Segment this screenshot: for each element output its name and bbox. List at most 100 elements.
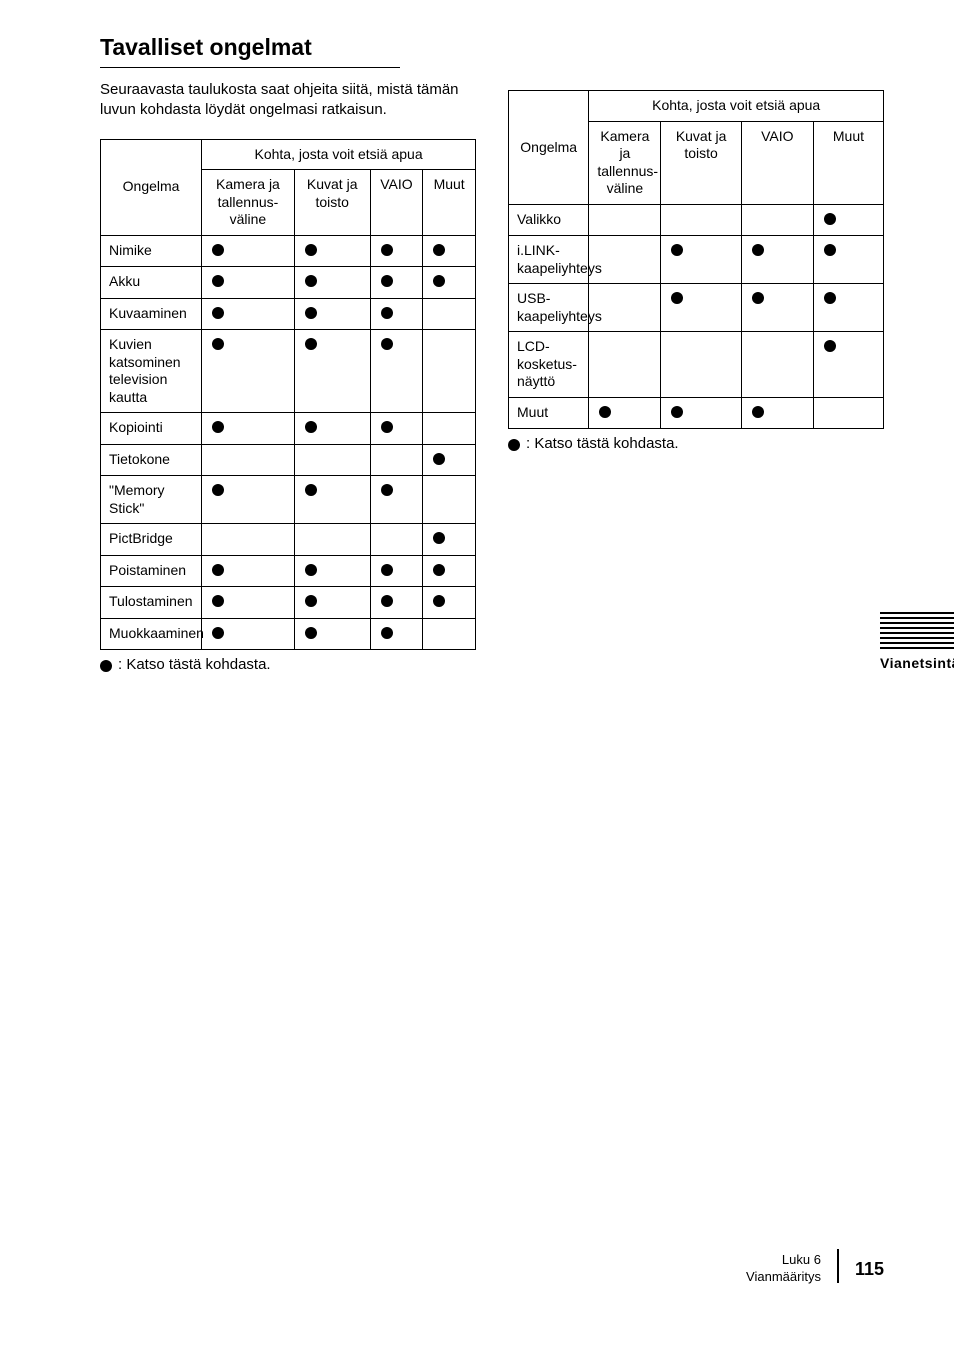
mark-cell [741,236,813,284]
row-label: Tietokone [101,444,202,476]
mark-cell [202,587,295,619]
mark-cell [423,413,476,445]
mark-cell [423,444,476,476]
table-row: USB-kaapeliyhteys [509,284,884,332]
footer-separator [837,1249,839,1283]
dot-icon [212,307,224,319]
table-colgroup-header-2: Kohta, josta voit etsiä apua [589,91,884,122]
dot-icon [824,292,836,304]
dot-icon [212,338,224,350]
table-row: Kuvien katsominen television kautta [101,330,476,413]
table-issues-1: Ongelma Kohta, josta voit etsiä apua Kam… [100,139,476,651]
dot-icon [752,406,764,418]
table-row: Muut [509,397,884,429]
col-header: VAIO [741,121,813,204]
dot-icon [433,595,445,607]
sidebar-tab: Vianetsintä [880,612,954,671]
dot-icon [305,595,317,607]
mark-cell [661,236,741,284]
dot-icon [305,275,317,287]
row-label: Akku [101,267,202,299]
mark-cell [370,267,423,299]
legend: : Katso tästä kohdasta. [100,656,476,673]
table-row: Akku [101,267,476,299]
mark-cell [370,476,423,524]
mark-cell [741,204,813,236]
table-row: "Memory Stick" [101,476,476,524]
dot-icon [433,275,445,287]
dot-icon [599,406,611,418]
row-label: i.LINK-kaapeliyhteys [509,236,589,284]
table-row-header-2: Ongelma [509,91,589,205]
mark-cell [423,235,476,267]
mark-cell [294,587,370,619]
sidebar-label: Vianetsintä [880,655,954,671]
mark-cell [813,204,883,236]
table-row: PictBridge [101,524,476,556]
dot-icon [671,406,683,418]
dot-icon [433,532,445,544]
intro-text: Seuraavasta taulukosta saat ohjeita siit… [100,80,476,121]
mark-cell [202,618,295,650]
mark-cell [294,444,370,476]
footer-chapter: Luku 6 [746,1252,821,1269]
dot-icon [381,484,393,496]
col-header: Kamera ja tallennus-väline [202,170,295,236]
dot-icon [305,307,317,319]
mark-cell [370,413,423,445]
mark-cell [370,298,423,330]
mark-cell [202,267,295,299]
dot-icon [508,439,520,451]
dot-icon [212,275,224,287]
dot-icon [381,244,393,256]
sidebar-lines-icon [880,612,954,649]
page-number: 115 [855,1259,884,1280]
mark-cell [661,397,741,429]
mark-cell [294,476,370,524]
mark-cell [423,476,476,524]
row-label: Tulostaminen [101,587,202,619]
mark-cell [813,397,883,429]
mark-cell [589,397,661,429]
mark-cell [813,284,883,332]
dot-icon [433,453,445,465]
title-rule [100,67,400,68]
dot-icon [212,564,224,576]
row-label: Valikko [509,204,589,236]
col-header: Muut [813,121,883,204]
dot-icon [381,421,393,433]
dot-icon [752,244,764,256]
row-label: Poistaminen [101,555,202,587]
table-row: LCD-kosketus-näyttö [509,332,884,398]
mark-cell [202,524,295,556]
table-colgroup-header: Kohta, josta voit etsiä apua [202,139,476,170]
dot-icon [433,244,445,256]
dot-icon [824,244,836,256]
dot-icon [212,484,224,496]
mark-cell [294,555,370,587]
table-row: Valikko [509,204,884,236]
mark-cell [294,235,370,267]
row-label: Muut [509,397,589,429]
dot-icon [824,213,836,225]
table-row: Kuvaaminen [101,298,476,330]
table-row: Tulostaminen [101,587,476,619]
mark-cell [589,204,661,236]
table-row: Kopiointi [101,413,476,445]
footer-chapter-sub: Vianmääritys [746,1269,821,1286]
legend-text: : Katso tästä kohdasta. [118,656,271,673]
mark-cell [423,267,476,299]
mark-cell [294,267,370,299]
col-header: VAIO [370,170,423,236]
mark-cell [370,587,423,619]
mark-cell [423,555,476,587]
mark-cell [294,618,370,650]
dot-icon [305,421,317,433]
col-header: Kuvat ja toisto [294,170,370,236]
mark-cell [294,413,370,445]
row-label: Nimike [101,235,202,267]
dot-icon [305,244,317,256]
mark-cell [813,332,883,398]
dot-icon [305,338,317,350]
dot-icon [305,627,317,639]
